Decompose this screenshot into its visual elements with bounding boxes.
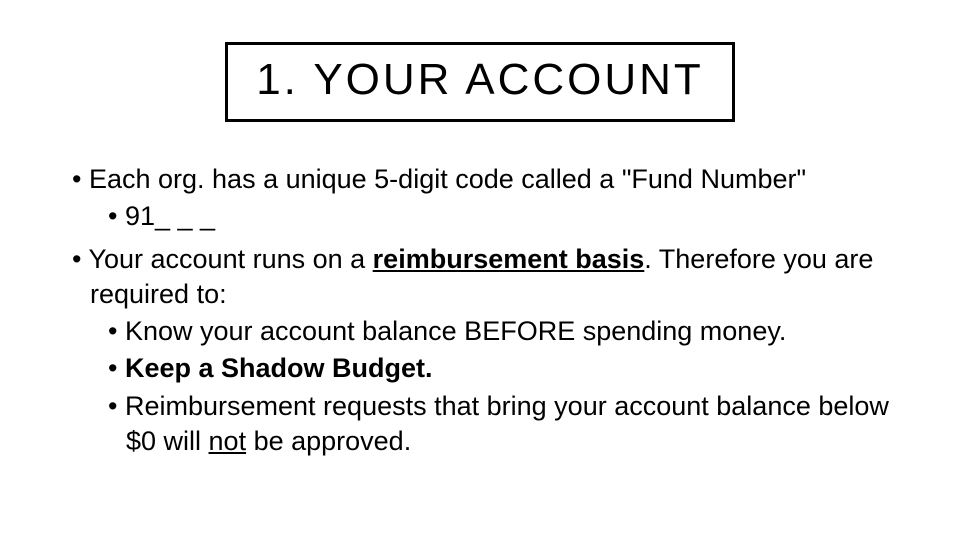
title-container: 1. YOUR ACCOUNT (0, 0, 960, 122)
bullet-text-emph: reimbursement basis (373, 244, 645, 274)
content-area: Each org. has a unique 5-digit code call… (0, 122, 960, 459)
slide-title: 1. YOUR ACCOUNT (256, 55, 704, 105)
bullet-fund-number: Each org. has a unique 5-digit code call… (60, 162, 900, 197)
bullet-know-balance: Know your account balance BEFORE spendin… (60, 314, 900, 349)
title-box: 1. YOUR ACCOUNT (225, 42, 735, 122)
bullet-text-c: be approved. (246, 426, 411, 456)
bullet-shadow-budget: Keep a Shadow Budget. (60, 351, 900, 386)
bullet-text-a: Your account runs on a (88, 244, 372, 274)
slide: 1. YOUR ACCOUNT Each org. has a unique 5… (0, 0, 960, 540)
bullet-text: Keep a Shadow Budget. (125, 353, 433, 383)
bullet-reimbursement: Your account runs on a reimbursement bas… (60, 242, 900, 312)
bullet-text: 91_ _ _ (125, 201, 215, 231)
bullet-text: Each org. has a unique 5-digit code call… (89, 164, 806, 194)
bullet-text: Know your account balance BEFORE spendin… (125, 316, 786, 346)
bullet-not-approved: Reimbursement requests that bring your a… (60, 389, 900, 459)
bullet-text-not: not (209, 426, 247, 456)
bullet-fund-example: 91_ _ _ (60, 199, 900, 234)
